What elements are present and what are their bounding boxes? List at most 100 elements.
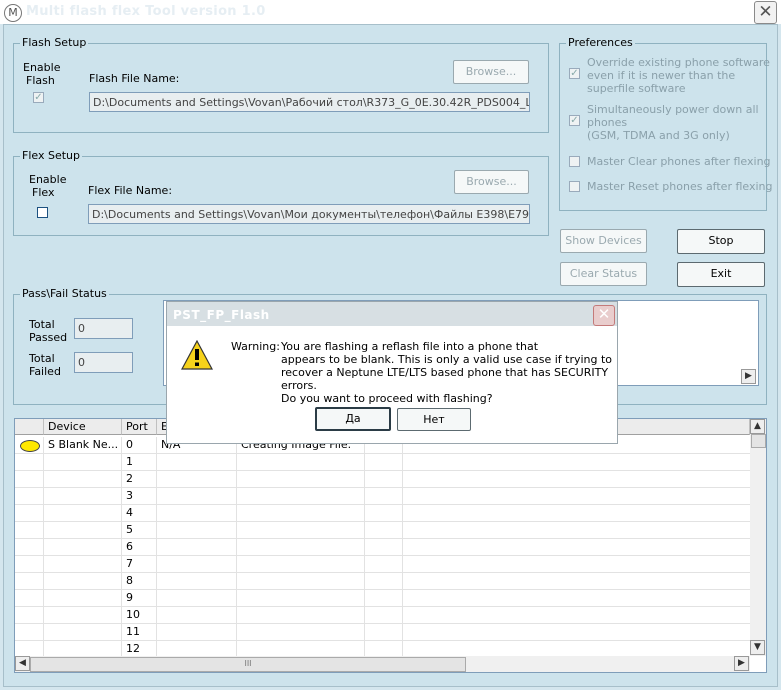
empty-cell xyxy=(157,522,237,539)
empty-cell xyxy=(365,607,403,624)
yes-button[interactable]: Да xyxy=(315,407,391,431)
port-cell: 7 xyxy=(122,556,157,573)
device-cell: S Blank Ne... xyxy=(44,437,122,454)
table-row[interactable]: 3 xyxy=(15,488,750,505)
empty-cell xyxy=(365,624,403,641)
empty-cell xyxy=(15,590,44,607)
override-software-label: Override existing phone software even if … xyxy=(587,56,770,95)
grid-vertical-scrollbar[interactable]: ▲ ▼ xyxy=(750,419,766,656)
table-row[interactable]: 1 xyxy=(15,454,750,471)
empty-cell xyxy=(15,539,44,556)
window-title: Multi flash flex Tool version 1.0 xyxy=(26,4,266,19)
port-cell: 2 xyxy=(122,471,157,488)
total-failed-label-2: Failed xyxy=(29,365,61,378)
window-close-button[interactable]: ✕ xyxy=(754,1,777,24)
empty-cell xyxy=(157,590,237,607)
flash-file-field[interactable]: D:\Documents and Settings\Vovan\Рабочий … xyxy=(89,92,530,112)
empty-cell xyxy=(365,556,403,573)
flash-setup-group xyxy=(13,43,549,133)
exit-button[interactable]: Exit xyxy=(677,262,765,287)
empty-cell xyxy=(157,624,237,641)
empty-cell xyxy=(15,607,44,624)
empty-cell xyxy=(237,454,365,471)
empty-cell xyxy=(365,505,403,522)
empty-cell xyxy=(44,471,122,488)
empty-cell xyxy=(44,556,122,573)
table-row[interactable]: 6 xyxy=(15,539,750,556)
clear-status-button[interactable]: Clear Status xyxy=(560,262,647,286)
empty-cell xyxy=(44,624,122,641)
flash-file-label: Flash File Name: xyxy=(89,72,180,85)
empty-cell xyxy=(15,505,44,522)
power-down-checkbox[interactable]: ✓ xyxy=(569,115,580,126)
empty-cell xyxy=(157,539,237,556)
grid-header-device[interactable]: Device xyxy=(44,419,122,435)
scroll-down-button[interactable]: ▼ xyxy=(750,640,765,655)
dialog-title-bar[interactable]: PST_FP_Flash ✕ xyxy=(167,302,617,326)
show-devices-button[interactable]: Show Devices xyxy=(560,229,647,253)
empty-cell xyxy=(15,556,44,573)
scroll-right-button[interactable]: ▶ xyxy=(734,656,749,671)
dialog-close-button[interactable]: ✕ xyxy=(593,305,615,326)
yellow-status-light-icon xyxy=(20,440,40,452)
total-failed-field: 0 xyxy=(74,352,133,373)
enable-flash-label-1: Enable xyxy=(23,61,61,74)
flex-file-field[interactable]: D:\Documents and Settings\Vovan\Мои доку… xyxy=(88,204,530,224)
grid-horizontal-scrollbar[interactable]: ◀ III ▶ xyxy=(15,656,750,672)
empty-cell xyxy=(157,471,237,488)
log-scroll-right-button[interactable]: ▶ xyxy=(741,369,756,384)
flash-setup-title: Flash Setup xyxy=(20,36,89,49)
warning-message: You are flashing a reflash file into a p… xyxy=(281,340,613,405)
master-clear-checkbox[interactable] xyxy=(569,156,580,167)
empty-cell xyxy=(15,454,44,471)
empty-cell xyxy=(365,590,403,607)
table-row[interactable]: 5 xyxy=(15,522,750,539)
port-cell: 3 xyxy=(122,488,157,505)
horizontal-scroll-thumb[interactable]: III xyxy=(30,657,466,672)
stop-button[interactable]: Stop xyxy=(677,229,765,254)
port-cell: 10 xyxy=(122,607,157,624)
port-cell: 8 xyxy=(122,573,157,590)
empty-cell xyxy=(237,573,365,590)
empty-cell xyxy=(44,590,122,607)
empty-cell xyxy=(237,539,365,556)
empty-cell xyxy=(15,573,44,590)
enable-flash-checkbox[interactable]: ✓ xyxy=(33,92,44,103)
empty-cell xyxy=(15,624,44,641)
override-software-checkbox[interactable]: ✓ xyxy=(569,68,580,79)
table-row[interactable]: 7 xyxy=(15,556,750,573)
table-row[interactable]: 9 xyxy=(15,590,750,607)
total-passed-label-2: Passed xyxy=(29,331,68,344)
port-cell: 6 xyxy=(122,539,157,556)
enable-flex-checkbox[interactable] xyxy=(37,207,48,218)
master-clear-label: Master Clear phones after flexing xyxy=(587,155,771,168)
no-button[interactable]: Нет xyxy=(397,408,471,431)
empty-cell xyxy=(157,556,237,573)
flash-browse-button[interactable]: Browse... xyxy=(453,60,529,84)
master-reset-checkbox[interactable] xyxy=(569,181,580,192)
warning-prefix: Warning: xyxy=(231,340,280,353)
empty-cell xyxy=(157,488,237,505)
vertical-scroll-thumb[interactable] xyxy=(751,434,766,448)
table-row[interactable]: 10 xyxy=(15,607,750,624)
devices-grid[interactable]: Device Port E S Blank Ne... 0 N/A Creati… xyxy=(14,418,767,673)
warning-icon xyxy=(181,340,213,370)
scroll-left-button[interactable]: ◀ xyxy=(15,656,30,671)
table-row[interactable]: 8 xyxy=(15,573,750,590)
table-row[interactable]: 4 xyxy=(15,505,750,522)
table-row[interactable]: 2 xyxy=(15,471,750,488)
empty-cell xyxy=(365,471,403,488)
empty-cell xyxy=(44,539,122,556)
empty-cell xyxy=(365,522,403,539)
scroll-up-button[interactable]: ▲ xyxy=(750,419,765,434)
total-passed-label-1: Total xyxy=(29,318,55,331)
table-row[interactable]: 11 xyxy=(15,624,750,641)
grid-header-indicator xyxy=(15,419,44,435)
title-bar[interactable]: M Multi flash flex Tool version 1.0 ✕ xyxy=(0,0,781,24)
enable-flex-label-1: Enable xyxy=(29,173,67,186)
flex-browse-button[interactable]: Browse... xyxy=(454,170,529,194)
empty-cell xyxy=(237,488,365,505)
dialog-title: PST_FP_Flash xyxy=(173,308,270,322)
empty-cell xyxy=(237,522,365,539)
grid-header-port[interactable]: Port xyxy=(122,419,157,435)
